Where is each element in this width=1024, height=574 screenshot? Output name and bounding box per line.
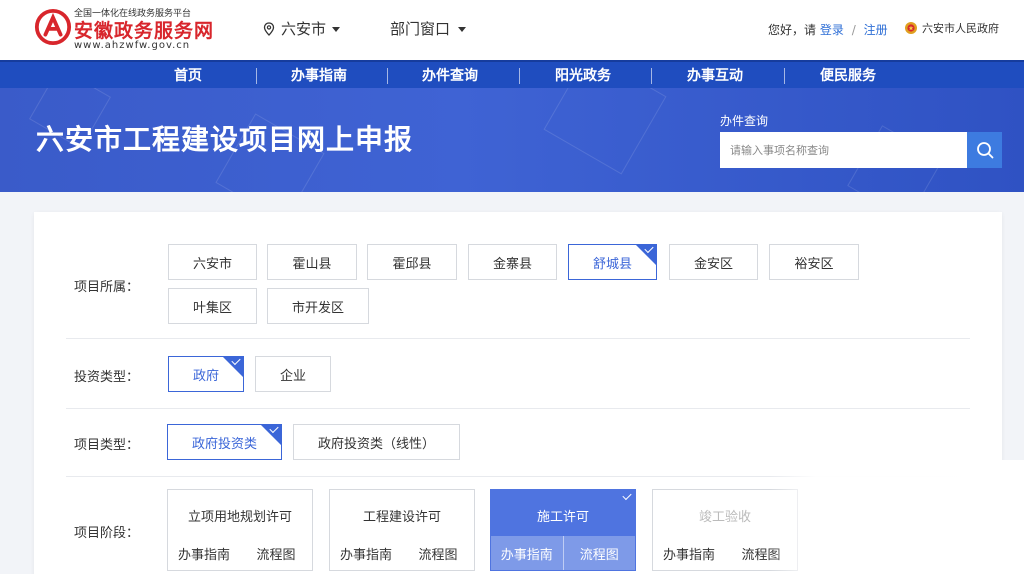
department-label: 部门窗口 [390,20,451,38]
nav-interaction[interactable]: 办事互动 [687,65,743,85]
location-selector[interactable]: 六安市 [263,18,341,39]
option-label: 政府 [192,368,219,384]
project-type-option[interactable]: 政府投资类（线性） [293,424,460,460]
login-link[interactable]: 登录 [820,23,844,37]
national-emblem-icon [905,22,917,34]
stage-guide-link[interactable]: 办事指南 [653,536,725,570]
region-option[interactable]: 霍山县 [267,244,357,280]
link-separator: / [851,23,856,37]
search-label: 办件查询 [720,114,769,128]
search-button[interactable] [967,132,1002,168]
region-option[interactable]: 金安区 [669,244,758,280]
stage-flow-link[interactable]: 流程图 [402,536,474,570]
region-option[interactable]: 叶集区 [168,288,257,324]
option-label: 叶集区 [192,300,232,316]
stage-card[interactable]: 工程建设许可 办事指南 流程图 [329,489,475,571]
gov-link[interactable]: 六安市人民政府 [904,20,999,36]
location-pin-icon [263,21,275,36]
top-header: 全国一体化在线政务服务平台 安徽政务服务网 www.ahzwfw.gov.cn … [0,0,1024,60]
stage-title: 施工许可 [536,510,589,525]
project-type-label: 项目类型： [74,438,140,453]
location-label: 六安市 [281,20,327,38]
nav-home[interactable]: 首页 [174,65,202,85]
option-label: 舒城县 [592,256,632,272]
region-option-selected[interactable]: 舒城县 [568,243,657,280]
logo-title: 安徽政务服务网 [74,20,215,42]
option-label: 霍邱县 [392,256,432,272]
stage-title: 立项用地规划许可 [187,510,292,525]
stage-title: 工程建设许可 [362,510,441,525]
nav-divider [256,68,257,84]
option-label: 金寨县 [492,256,532,272]
project-type-option-selected[interactable]: 政府投资类 [167,423,282,460]
option-label: 企业 [279,368,306,384]
option-label: 六安市 [192,256,232,272]
stage-card-selected[interactable]: 施工许可 办事指南 流程图 [490,489,636,571]
loading-fade-overlay [770,460,1024,574]
region-option[interactable]: 市开发区 [267,288,369,324]
banner-decoration [543,88,667,175]
site-logo[interactable]: 全国一体化在线政务服务平台 安徽政务服务网 www.ahzwfw.gov.cn [34,6,214,54]
nav-guide[interactable]: 办事指南 [291,65,347,85]
option-label: 霍山县 [292,256,332,272]
gov-name: 六安市人民政府 [922,22,999,35]
page-title: 六安市工程建设项目网上申报 [36,123,414,156]
region-option[interactable]: 金寨县 [468,244,557,280]
nav-divider [651,68,652,84]
option-label: 政府投资类 [191,436,257,452]
logo-icon [34,8,72,46]
search-icon [976,142,993,159]
nav-query[interactable]: 办件查询 [422,65,478,85]
region-option[interactable]: 霍邱县 [367,244,457,280]
stage-guide-link[interactable]: 办事指南 [168,536,240,570]
stage-guide-link[interactable]: 办事指南 [491,536,563,570]
region-option[interactable]: 六安市 [168,244,257,280]
chevron-down-icon [332,27,341,32]
region-label: 项目所属： [74,280,140,295]
department-selector[interactable]: 部门窗口 [390,18,467,39]
register-link[interactable]: 注册 [864,23,888,37]
search-input[interactable] [720,132,968,168]
investment-option[interactable]: 企业 [255,356,331,392]
row-divider [66,408,970,409]
option-label: 市开发区 [291,300,344,316]
nav-divider [519,68,520,84]
chevron-down-icon [458,27,467,32]
main-nav: 首页 办事指南 办件查询 阳光政务 办事互动 便民服务 [0,60,1024,88]
stage-links: 办事指南 流程图 [491,536,635,570]
option-label: 金安区 [693,256,733,272]
nav-open-affairs[interactable]: 阳光政务 [555,65,611,85]
stage-flow-link[interactable]: 流程图 [240,536,312,570]
stage-links: 办事指南 流程图 [330,536,474,570]
stage-label: 项目阶段： [74,526,140,541]
greeting-text: 您好，请 [768,23,817,37]
investment-label: 投资类型： [74,370,140,385]
stage-flow-link[interactable]: 流程图 [562,536,636,570]
stage-guide-link[interactable]: 办事指南 [330,536,402,570]
stage-links: 办事指南 流程图 [168,536,312,570]
option-label: 裕安区 [794,256,834,272]
stage-card[interactable]: 立项用地规划许可 办事指南 流程图 [167,489,313,571]
investment-option-selected[interactable]: 政府 [168,355,244,392]
nav-divider [784,68,785,84]
nav-services[interactable]: 便民服务 [820,65,876,85]
logo-url: www.ahzwfw.gov.cn [74,40,191,51]
nav-divider [387,68,388,84]
option-label: 政府投资类（线性） [317,436,435,452]
region-option[interactable]: 裕安区 [769,244,859,280]
page-banner: 六安市工程建设项目网上申报 办件查询 [0,88,1024,192]
row-divider [66,338,970,339]
check-icon [622,490,632,501]
user-area: 您好，请 登录 / 注册 [768,21,888,38]
